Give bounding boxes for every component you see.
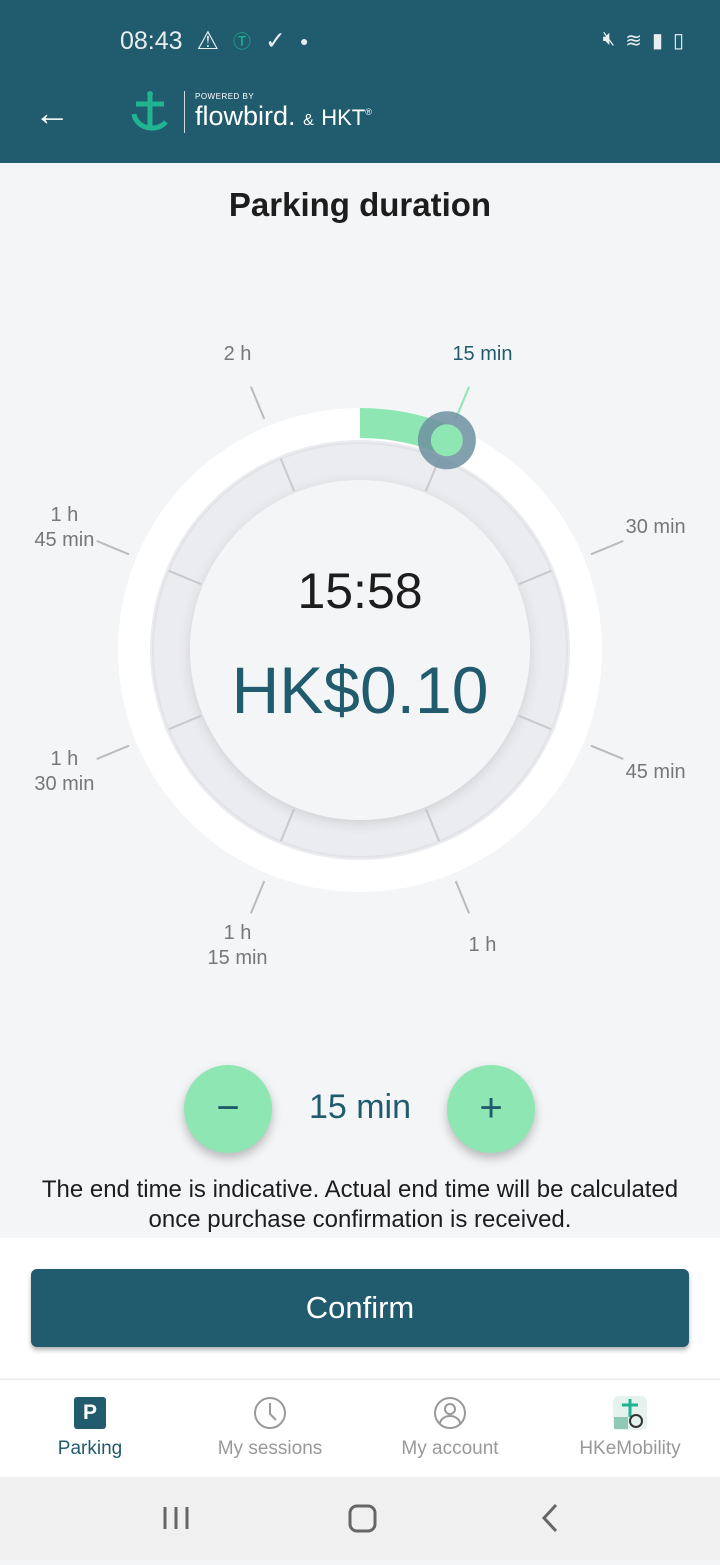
brand-name: flowbird. — [195, 101, 296, 131]
wifi-icon: ≋ — [625, 30, 642, 52]
battery-icon: ▯ — [672, 30, 684, 52]
system-nav-bar — [0, 1477, 720, 1560]
dial-label[interactable]: 1 h 30 min — [4, 747, 124, 797]
note-text: The end time is indicative. Actual end t… — [41, 1176, 679, 1233]
back-nav-icon[interactable] — [541, 1503, 558, 1533]
registered-mark: ® — [365, 107, 372, 117]
dial-label[interactable]: 2 h — [178, 342, 298, 367]
home-icon[interactable] — [348, 1504, 377, 1533]
app-notification-icon: Ⓣ — [232, 32, 251, 52]
nav-label: Parking — [57, 1438, 123, 1459]
nav-label: My sessions — [217, 1438, 323, 1459]
tick-mark — [590, 744, 624, 760]
hkemobility-icon — [613, 1396, 647, 1430]
dial-handle-knob[interactable] — [430, 424, 463, 457]
dial-label[interactable]: 1 h 45 min — [4, 503, 124, 553]
status-bar: 08:43 ⚠ Ⓣ ✓ ● — [120, 26, 308, 56]
duration-value: 15 min — [308, 1088, 412, 1126]
warning-icon: ⚠ — [196, 27, 219, 55]
dial-label[interactable]: 45 min — [596, 760, 716, 785]
status-time: 08:43 — [120, 26, 183, 55]
price: HK$0.10 — [231, 653, 489, 727]
amp: & — [303, 112, 314, 129]
duration-dial[interactable] — [0, 300, 720, 1000]
tick-mark — [454, 880, 470, 914]
clock-icon — [254, 1397, 286, 1429]
tick-mark — [250, 386, 266, 420]
brand-logo: POWERED BY flowbird. & HKT® — [126, 90, 372, 134]
nav-my-account[interactable]: My account — [360, 1380, 540, 1477]
system-icons: 🔇︎ ≋ ▮ ▯ — [603, 28, 684, 53]
partner-name: HKT — [321, 105, 366, 130]
recent-apps-icon[interactable] — [163, 1507, 189, 1529]
signal-icon: ▮ — [651, 30, 663, 52]
download-done-icon: ✓ — [264, 27, 286, 55]
increase-button[interactable]: + — [447, 1065, 535, 1153]
dot-icon: ● — [299, 33, 309, 49]
tick-mark — [590, 540, 624, 556]
nav-label: HKeMobility — [579, 1438, 681, 1459]
confirm-button[interactable]: Confirm — [31, 1269, 689, 1347]
bottom-nav: P Parking My sessions My account HKeMobi… — [0, 1379, 720, 1477]
powered-by: POWERED BY — [195, 92, 255, 101]
nav-label: My account — [401, 1438, 499, 1459]
page-title: Parking duration — [228, 186, 492, 223]
mute-icon: 🔇︎ — [602, 28, 616, 50]
app-header: 08:43 ⚠ Ⓣ ✓ ● 🔇︎ ≋ ▮ ▯ ← POWERED BY flow… — [0, 0, 720, 163]
dial-label[interactable]: 1 h — [422, 933, 542, 958]
end-time: 15:58 — [297, 563, 423, 619]
nav-hkemobility[interactable]: HKeMobility — [540, 1380, 720, 1477]
dial-center — [190, 480, 530, 820]
tick-mark — [250, 880, 266, 914]
dial-label[interactable]: 1 h 15 min — [178, 921, 298, 971]
back-arrow-icon[interactable]: ← — [34, 92, 70, 134]
dial-label[interactable]: 30 min — [596, 515, 716, 540]
nav-parking[interactable]: P Parking — [0, 1380, 180, 1477]
nav-my-sessions[interactable]: My sessions — [180, 1380, 360, 1477]
parking-icon: P — [74, 1397, 106, 1429]
end-time-note: The end time is indicative. Actual end t… — [0, 1175, 720, 1235]
user-icon — [434, 1397, 466, 1429]
dial-label[interactable]: 15 min — [422, 342, 542, 367]
logo-mark-icon — [131, 91, 168, 131]
